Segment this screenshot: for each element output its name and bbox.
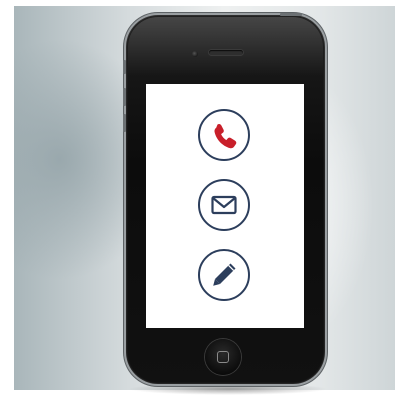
email-button[interactable] [198, 179, 250, 231]
front-camera [192, 51, 198, 57]
phone-icon [214, 123, 237, 149]
photo-scene [0, 0, 404, 397]
earpiece-speaker [209, 50, 243, 55]
write-button[interactable] [198, 249, 250, 301]
envelope-icon [211, 195, 237, 215]
mute-switch [123, 60, 126, 74]
phone-screen [146, 84, 304, 328]
pencil-icon [213, 263, 236, 286]
home-button-icon [217, 351, 229, 363]
phone-shadow [128, 383, 328, 395]
power-button [280, 13, 302, 16]
volume-up-button [123, 88, 126, 106]
call-button[interactable] [198, 109, 250, 161]
home-button[interactable] [205, 339, 241, 375]
volume-down-button [123, 114, 126, 132]
